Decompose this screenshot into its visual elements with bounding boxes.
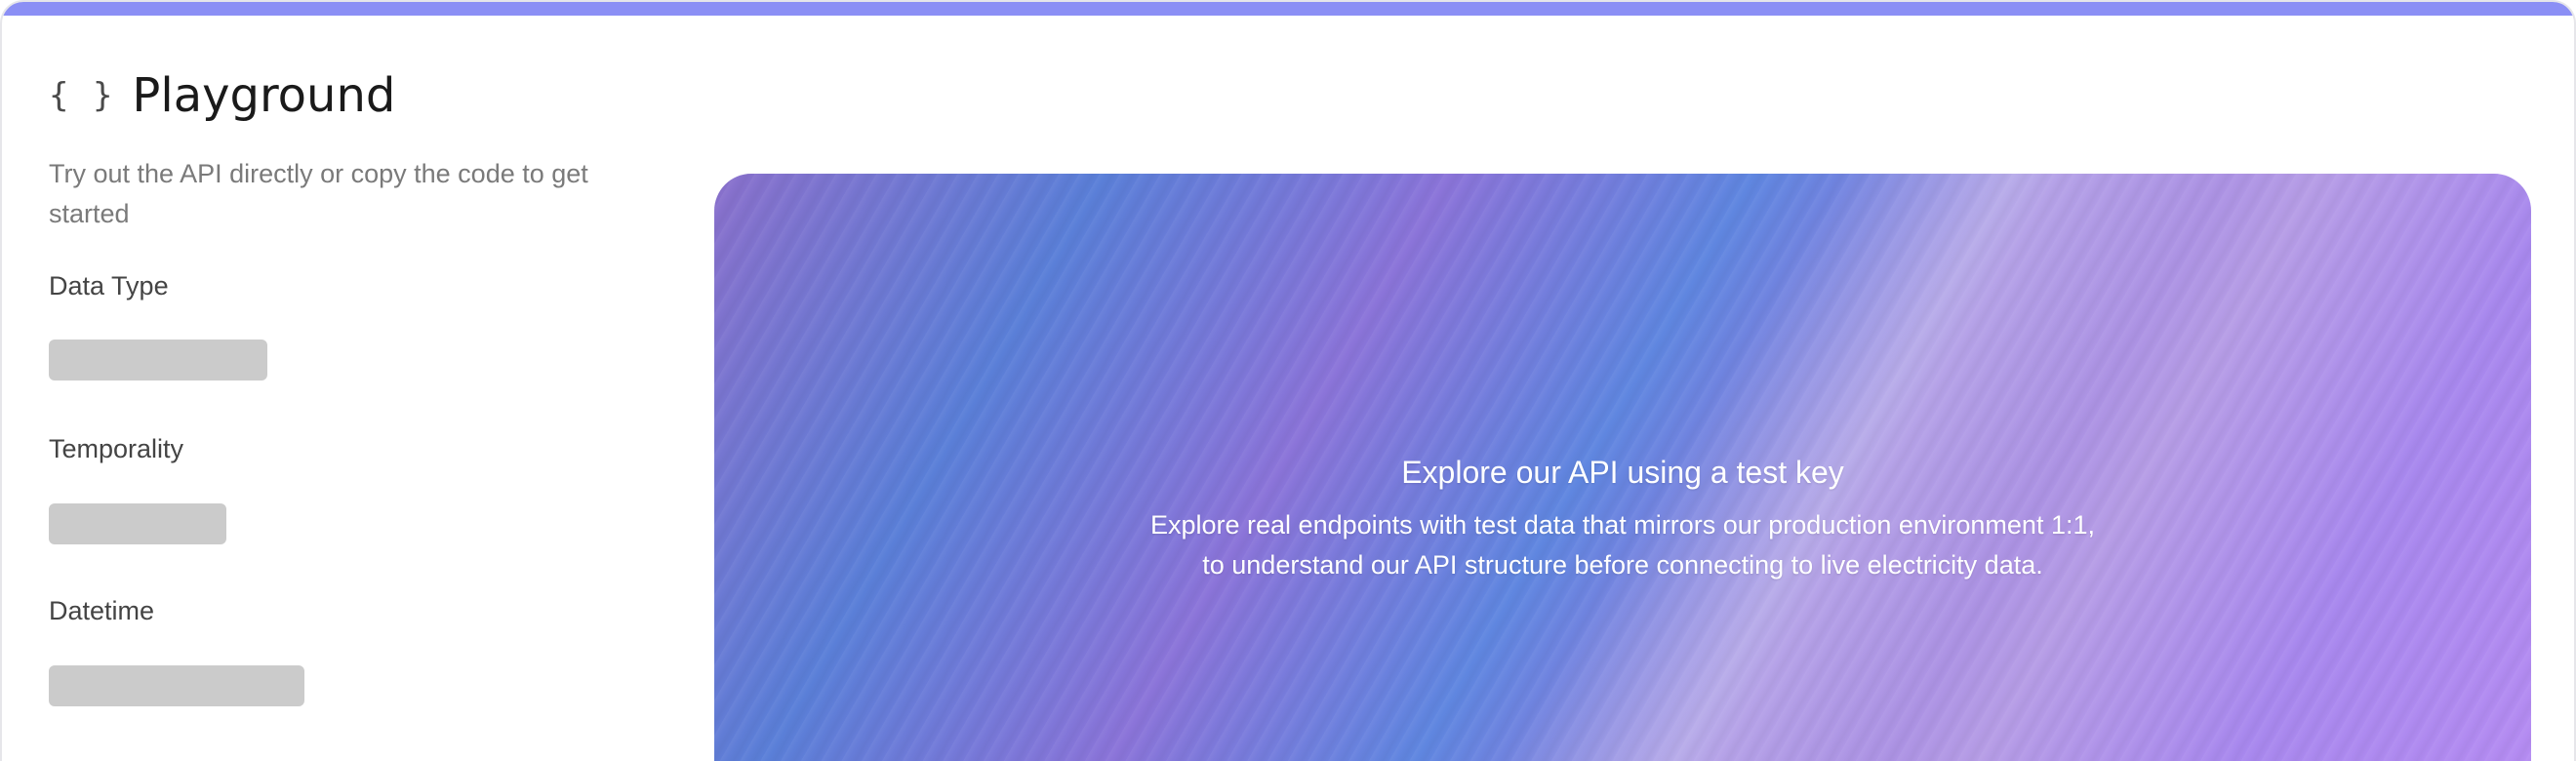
top-accent-bar: [2, 2, 2574, 16]
temporality-label: Temporality: [49, 434, 184, 463]
page-header: { } Playground: [49, 72, 395, 119]
data-type-label: Data Type: [49, 271, 169, 300]
hero-content: Explore our API using a test key Explore…: [714, 457, 2531, 585]
hero-description-line-1: Explore real endpoints with test data th…: [1149, 510, 2095, 540]
hero-title: Explore our API using a test key: [1401, 455, 1844, 490]
datetime-input-skeleton[interactable]: [49, 665, 304, 706]
data-type-select-skeleton[interactable]: [49, 340, 267, 380]
hero-description-line-2: to understand our API structure before c…: [1202, 550, 2043, 580]
datetime-label: Datetime: [49, 596, 155, 625]
test-key-hero-card: Explore our API using a test key Explore…: [714, 174, 2531, 761]
temporality-select-skeleton[interactable]: [49, 503, 226, 544]
page-subtitle: Try out the API directly or copy the cod…: [49, 159, 588, 228]
page-title: Playground: [132, 68, 396, 123]
braces-icon: { }: [49, 76, 115, 115]
playground-panel: { } Playground Try out the API directly …: [0, 0, 2576, 761]
